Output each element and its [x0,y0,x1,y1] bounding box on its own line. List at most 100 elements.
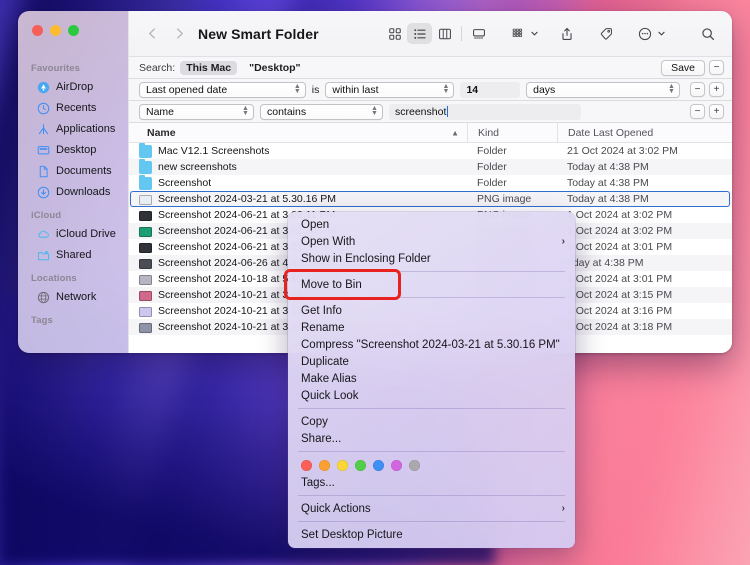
add-criteria-button-1[interactable]: + [709,82,724,97]
stepper-arrows-icon: ▲ ▼ [371,105,378,117]
column-view-button[interactable] [432,23,457,44]
share-icon[interactable] [554,23,579,44]
file-kind-cell: Folder [477,145,507,157]
sidebar-item-label: iCloud Drive [56,228,116,240]
chevron-down-icon[interactable] [656,29,667,38]
column-header-name[interactable]: Name ▲ [129,123,467,142]
file-date-cell: 1 Oct 2024 at 3:02 PM [567,209,673,221]
menu-item-set-desktop-picture[interactable]: Set Desktop Picture [288,526,575,543]
menu-item-quick-actions[interactable]: Quick Actions › [288,500,575,517]
menu-item-get-info[interactable]: Get Info [288,302,575,319]
criteria-text-input-2[interactable]: screenshot [389,103,581,120]
sidebar-item-downloads[interactable]: Downloads [24,182,121,202]
add-criteria-button-2[interactable]: + [709,104,724,119]
criteria-number-input-1[interactable]: 14 [460,81,521,98]
more-actions-control[interactable] [632,23,667,44]
sidebar-item-recents[interactable]: Recents [24,98,121,118]
tag-color-swatch-5[interactable] [391,460,402,471]
icon-view-button[interactable] [382,23,407,44]
criteria-unit-select-1[interactable]: days ▲ ▼ [526,81,680,98]
menu-item-open-with[interactable]: Open With › [288,233,575,250]
menu-item-duplicate[interactable]: Duplicate [288,353,575,370]
save-button[interactable]: Save [661,59,705,76]
file-date-cell: Today at 4:38 PM [567,177,649,189]
table-row[interactable]: Screenshot Folder Today at 4:38 PM [129,174,732,191]
sidebar-item-shared[interactable]: Shared [24,245,121,265]
search-scope-this-mac[interactable]: This Mac [180,60,238,75]
tag-color-swatch-2[interactable] [337,460,348,471]
view-switcher [382,23,491,44]
menu-item-compress-screenshot-2024-03-21-at-5-30-1[interactable]: Compress "Screenshot 2024-03-21 at 5.30.… [288,336,575,353]
search-scope-desktop[interactable]: "Desktop" [243,61,306,75]
sidebar-item-desktop[interactable]: Desktop [24,140,121,160]
sidebar-item-label: Documents [56,165,112,177]
sidebar-item-network[interactable]: Network [24,287,121,307]
list-view-button[interactable] [407,23,432,44]
table-row[interactable]: new screenshots Folder Today at 4:38 PM [129,158,732,175]
menu-separator [298,408,565,409]
table-row[interactable]: Mac V12.1 Screenshots Folder 21 Oct 2024 a… [129,143,732,159]
criteria-attribute-select-1[interactable]: Last opened date ▲ ▼ [139,81,306,98]
column-header-kind[interactable]: Kind [467,123,557,142]
tag-color-swatch-3[interactable] [355,460,366,471]
group-by-control[interactable] [505,23,540,44]
file-date-cell: 1 Oct 2024 at 3:16 PM [567,305,673,317]
file-kind-cell: PNG image [477,193,532,205]
chevron-down-icon[interactable] [529,29,540,38]
remove-criteria-button-1[interactable]: − [690,82,705,97]
back-chevron-icon[interactable] [141,23,163,45]
menu-item-move-to-bin[interactable]: Move to Bin [288,276,575,293]
file-name-cell: Mac V12.1 Screenshots [129,143,467,158]
search-scope-bar: Search: This Mac "Desktop" Save − [129,56,732,79]
menu-item-rename[interactable]: Rename [288,319,575,336]
criteria-operator-select-2[interactable]: contains ▲ ▼ [260,103,383,120]
tag-icon[interactable] [593,23,618,44]
sidebar-item-icloud-drive[interactable]: iCloud Drive [24,224,121,244]
menu-item-show-in-enclosing-folder[interactable]: Show in Enclosing Folder [288,250,575,267]
menu-item-share[interactable]: Share... [288,430,575,447]
menu-item-quick-look[interactable]: Quick Look [288,387,575,404]
remove-criteria-button-2[interactable]: − [690,104,705,119]
group-by-icon[interactable] [505,23,530,44]
criteria-unit-value-1: days [533,83,556,96]
close-button[interactable] [32,25,43,36]
file-date-cell: Today at 4:38 PM [567,193,649,205]
sidebar-section-icloud-header: iCloud [31,210,62,221]
column-header-date-last-opened[interactable]: Date Last Opened [557,123,732,142]
airdrop-icon [37,81,50,94]
menu-item-tags[interactable]: Tags... [288,474,575,491]
search-icon[interactable] [695,23,720,44]
file-date-cell: 1 Oct 2024 at 3:02 PM [567,225,673,237]
tag-color-swatches[interactable] [288,456,575,474]
gallery-view-button[interactable] [466,23,491,44]
sidebar-item-documents[interactable]: Documents [24,161,121,181]
minimize-button[interactable] [50,25,61,36]
tag-color-swatch-4[interactable] [373,460,384,471]
criteria-operator-select-1[interactable]: within last ▲ ▼ [325,81,455,98]
forward-chevron-icon[interactable] [168,23,190,45]
tag-color-swatch-6[interactable] [409,460,420,471]
file-date-cell: oday at 4:38 PM [567,257,644,269]
file-name-label: Mac V12.1 Screenshots [158,145,270,157]
menu-item-make-alias[interactable]: Make Alias [288,370,575,387]
criteria-attribute-select-2[interactable]: Name ▲ ▼ [139,103,254,120]
menu-item-open[interactable]: Open [288,216,575,233]
sidebar-item-airdrop[interactable]: AirDrop [24,77,121,97]
tag-color-swatch-0[interactable] [301,460,312,471]
stepper-arrows-icon: ▲ ▼ [442,83,450,95]
table-row[interactable]: Screenshot 2024-03-21 at 5.30.16 PM PNG i… [129,191,732,207]
sidebar-item-label: Desktop [56,144,97,156]
sidebar-item-applications[interactable]: Applications [24,119,121,139]
more-actions-icon[interactable] [632,23,657,44]
menu-separator [298,521,565,522]
chevron-right-icon: › [561,236,565,247]
tag-color-swatch-1[interactable] [319,460,330,471]
file-date-cell: 1 Oct 2024 at 3:18 PM [567,321,673,333]
menu-item-copy[interactable]: Copy [288,413,575,430]
context-menu[interactable]: Open Open With › Show in Enclosing Folder Mo… [288,212,575,548]
remove-criteria-button[interactable]: − [709,60,724,75]
criteria-row-1: Last opened date ▲ ▼ is within last ▲ ▼ 14… [129,79,732,101]
text-caret [447,106,449,117]
zoom-button[interactable] [68,25,79,36]
menu-item-label: Show in Enclosing Folder [301,252,431,265]
